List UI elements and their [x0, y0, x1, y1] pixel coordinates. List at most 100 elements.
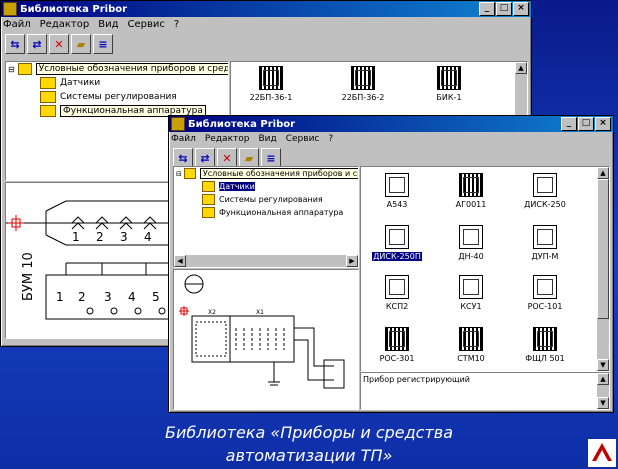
library-item[interactable]: ДН-40	[439, 225, 503, 261]
library-item[interactable]: КСП2	[365, 275, 429, 311]
scroll-thumb[interactable]	[597, 179, 609, 319]
export-icon[interactable]: ⇄	[27, 34, 47, 54]
menu-file[interactable]: Файл	[3, 19, 31, 30]
front-window-titlebar[interactable]: Библиотека Pribor _ □ ×	[169, 116, 613, 132]
tree-item[interactable]: Датчики	[6, 76, 228, 90]
front-menubar: Файл Редактор Вид Сервис ?	[169, 132, 613, 146]
menu-help[interactable]: ?	[174, 19, 179, 30]
folder-icon	[17, 63, 32, 75]
menu-view[interactable]: Вид	[98, 19, 118, 30]
menu-file[interactable]: Файл	[171, 134, 196, 144]
device-icon	[385, 225, 409, 249]
folder-icon	[202, 181, 215, 192]
scroll-up-icon[interactable]: ▲	[597, 167, 609, 179]
library-item[interactable]: КСУ1	[439, 275, 503, 311]
schematic-drawing: X2 X1	[179, 274, 345, 389]
library-item[interactable]: АГ0011	[439, 173, 503, 209]
delete-icon[interactable]: ✕	[49, 34, 69, 54]
tree-item[interactable]: Функциональная аппаратура	[174, 206, 358, 219]
menu-edit[interactable]: Редактор	[40, 19, 90, 30]
menu-edit[interactable]: Редактор	[205, 134, 250, 144]
properties-icon[interactable]: ≡	[93, 34, 113, 54]
slide-caption-line-2: автоматизации ТП»	[225, 446, 393, 465]
bottom-number: 2	[78, 290, 86, 304]
back-menubar: Файл Редактор Вид Сервис ?	[1, 17, 531, 32]
vertical-scrollbar[interactable]: ▲ ▼	[597, 373, 609, 409]
device-icon	[385, 173, 409, 197]
status-pane: Прибор регистрирующий ▲ ▼	[360, 372, 610, 410]
scroll-left-icon[interactable]: ◀	[174, 255, 186, 267]
menu-service[interactable]: Сервис	[286, 134, 320, 144]
tree-root[interactable]: ⊟ Условные обозначения приборов и средст…	[174, 167, 358, 180]
menu-view[interactable]: Вид	[258, 134, 276, 144]
menu-help[interactable]: ?	[328, 134, 333, 144]
folder-icon	[40, 91, 56, 103]
back-window-titlebar[interactable]: Библиотека Pribor _ □ ×	[1, 1, 531, 17]
menu-service[interactable]: Сервис	[127, 19, 164, 30]
device-icon	[259, 66, 283, 90]
device-icon	[437, 66, 461, 90]
scroll-down-icon[interactable]: ▼	[597, 397, 609, 409]
device-icon	[533, 225, 557, 249]
minimize-button[interactable]: _	[479, 2, 495, 16]
device-icon	[459, 327, 483, 351]
bottom-number: 1	[56, 290, 64, 304]
close-button[interactable]: ×	[595, 117, 611, 131]
folder-icon	[202, 194, 215, 205]
front-window-title: Библиотека Pribor	[188, 118, 296, 130]
device-icon	[385, 275, 409, 299]
back-window-title: Библиотека Pribor	[20, 3, 128, 15]
export-icon[interactable]: ⇄	[195, 148, 215, 168]
scroll-up-icon[interactable]: ▲	[597, 373, 609, 385]
bottom-number: 5	[152, 290, 160, 304]
new-folder-icon[interactable]: ▰	[71, 34, 91, 54]
scroll-right-icon[interactable]: ▶	[346, 255, 358, 267]
device-icon	[533, 275, 557, 299]
front-window: Библиотека Pribor _ □ × Файл Редактор Ви…	[168, 115, 614, 413]
horizontal-scrollbar[interactable]: ◀ ▶	[174, 255, 358, 267]
minimize-button[interactable]: _	[561, 117, 577, 131]
terminal-label: X2	[208, 309, 216, 316]
tree-item[interactable]: Системы регулирования	[174, 193, 358, 206]
device-icon	[533, 173, 557, 197]
library-item[interactable]: А543	[365, 173, 429, 209]
import-icon[interactable]: ⇆	[5, 34, 25, 54]
schematic-vertical-label: БУМ 10	[21, 252, 36, 301]
maximize-button[interactable]: □	[496, 2, 512, 16]
delete-icon[interactable]: ✕	[217, 148, 237, 168]
library-item[interactable]: 22БП-36-2	[331, 66, 395, 102]
library-item[interactable]: РОС-101	[513, 275, 577, 311]
back-toolbar: ⇆ ⇄ ✕ ▰ ≡	[1, 32, 531, 56]
tree-item[interactable]: Датчики	[174, 180, 358, 193]
library-item[interactable]: ФЩЛ 501	[513, 327, 577, 363]
top-number: 2	[96, 230, 104, 244]
maximize-button[interactable]: □	[578, 117, 594, 131]
library-item[interactable]: 22БП-36-1	[239, 66, 303, 102]
scroll-down-icon[interactable]: ▼	[597, 359, 609, 371]
scroll-up-icon[interactable]: ▲	[515, 62, 527, 74]
properties-icon[interactable]: ≡	[261, 148, 281, 168]
front-library-pane: А543 АГ0011 ДИСК-250 ДИСК-250П ДН-40 ДУП…	[360, 166, 610, 372]
vertical-scrollbar[interactable]: ▲ ▼	[597, 167, 609, 371]
folder-icon	[40, 77, 56, 89]
front-tree-pane: ⊟ Условные обозначения приборов и средст…	[173, 166, 359, 268]
library-item[interactable]: БИК-1	[417, 66, 481, 102]
tree-root[interactable]: ⊟ Условные обозначения приборов и средст…	[6, 62, 228, 76]
library-item[interactable]: ДИСК-250	[513, 173, 577, 209]
library-item[interactable]: РОС-301	[365, 327, 429, 363]
folder-icon	[202, 207, 215, 218]
app-icon	[3, 2, 17, 16]
library-item[interactable]: ДУП-М	[513, 225, 577, 261]
library-item-selected[interactable]: ДИСК-250П	[365, 225, 429, 261]
new-folder-icon[interactable]: ▰	[239, 148, 259, 168]
device-icon	[459, 173, 483, 197]
terminal-label: X1	[256, 309, 264, 316]
bottom-number: 3	[104, 290, 112, 304]
device-icon	[459, 275, 483, 299]
close-button[interactable]: ×	[513, 2, 529, 16]
device-icon	[459, 225, 483, 249]
tree-item[interactable]: Системы регулирования	[6, 90, 228, 104]
import-icon[interactable]: ⇆	[173, 148, 193, 168]
library-item[interactable]: СТМ10	[439, 327, 503, 363]
top-number: 3	[120, 230, 128, 244]
